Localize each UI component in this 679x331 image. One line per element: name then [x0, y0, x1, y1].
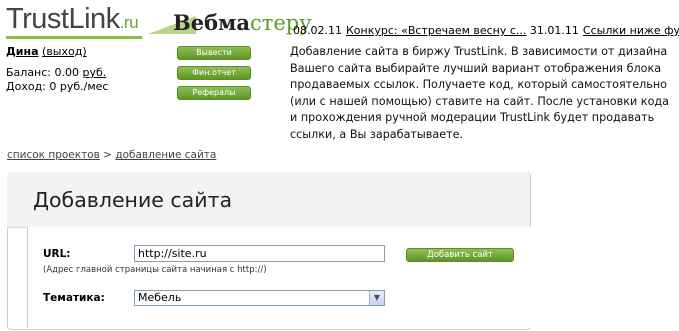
- breadcrumb: список проектов > добавление сайта: [7, 149, 216, 161]
- url-hint: (Адрес главной страницы сайта начиная с …: [43, 265, 267, 275]
- logo-text: TrustLink: [6, 3, 120, 35]
- income-label: Доход:: [6, 80, 46, 93]
- trustlink-logo[interactable]: TrustLink.ru: [6, 2, 139, 40]
- news-link[interactable]: Ссылки ниже футера: [583, 24, 679, 37]
- income-value: 0 руб./мес: [49, 80, 109, 93]
- username-link[interactable]: Дина: [6, 45, 39, 58]
- url-input[interactable]: http://site.ru: [134, 245, 385, 262]
- withdraw-button[interactable]: Вывести: [177, 46, 251, 60]
- page-description: Добавление сайта в биржу TrustLink. В за…: [290, 45, 669, 141]
- logo-suffix: .ru: [119, 13, 139, 32]
- breadcrumb-separator: >: [103, 149, 112, 161]
- topic-select-value: Мебель: [138, 291, 182, 304]
- url-label: URL:: [43, 248, 71, 260]
- news-date: 08.02.11: [293, 24, 342, 37]
- breadcrumb-add-site-link[interactable]: добавление сайта: [115, 149, 216, 161]
- balance-unit-link[interactable]: руб.: [83, 66, 107, 79]
- news-bar: 08.02.11 Конкурс: «Встречаем весну с... 3…: [293, 24, 679, 37]
- webmaster-logo[interactable]: Вебмастеру: [173, 9, 312, 37]
- news-date: 31.01.11: [529, 24, 579, 37]
- balance-value: 0.00: [54, 66, 80, 79]
- webmaster-logo-part1: Вебма: [173, 10, 250, 35]
- referrals-button[interactable]: Рефералы: [177, 86, 251, 100]
- topic-select[interactable]: Мебель ▼: [134, 290, 385, 306]
- topic-label: Тематика:: [43, 292, 105, 304]
- add-site-button[interactable]: Добавить сайт: [406, 248, 514, 262]
- news-link[interactable]: Конкурс: «Встречаем весну с...: [346, 24, 526, 37]
- income-row: Доход: 0 руб./мес: [6, 80, 108, 93]
- logo-underline: [6, 36, 142, 39]
- breadcrumb-projects-link[interactable]: список проектов: [7, 149, 100, 161]
- panel-body: [27, 227, 531, 328]
- panel-title: Добавление сайта: [33, 188, 233, 212]
- balance-label: Баланс:: [6, 66, 52, 79]
- chevron-down-icon[interactable]: ▼: [369, 291, 384, 305]
- fin-report-button[interactable]: Фин.отчет: [177, 66, 251, 80]
- logout-link[interactable]: (выход): [42, 45, 87, 58]
- user-block: Дина (выход): [6, 45, 87, 58]
- balance-row: Баланс: 0.00 руб.: [6, 66, 106, 79]
